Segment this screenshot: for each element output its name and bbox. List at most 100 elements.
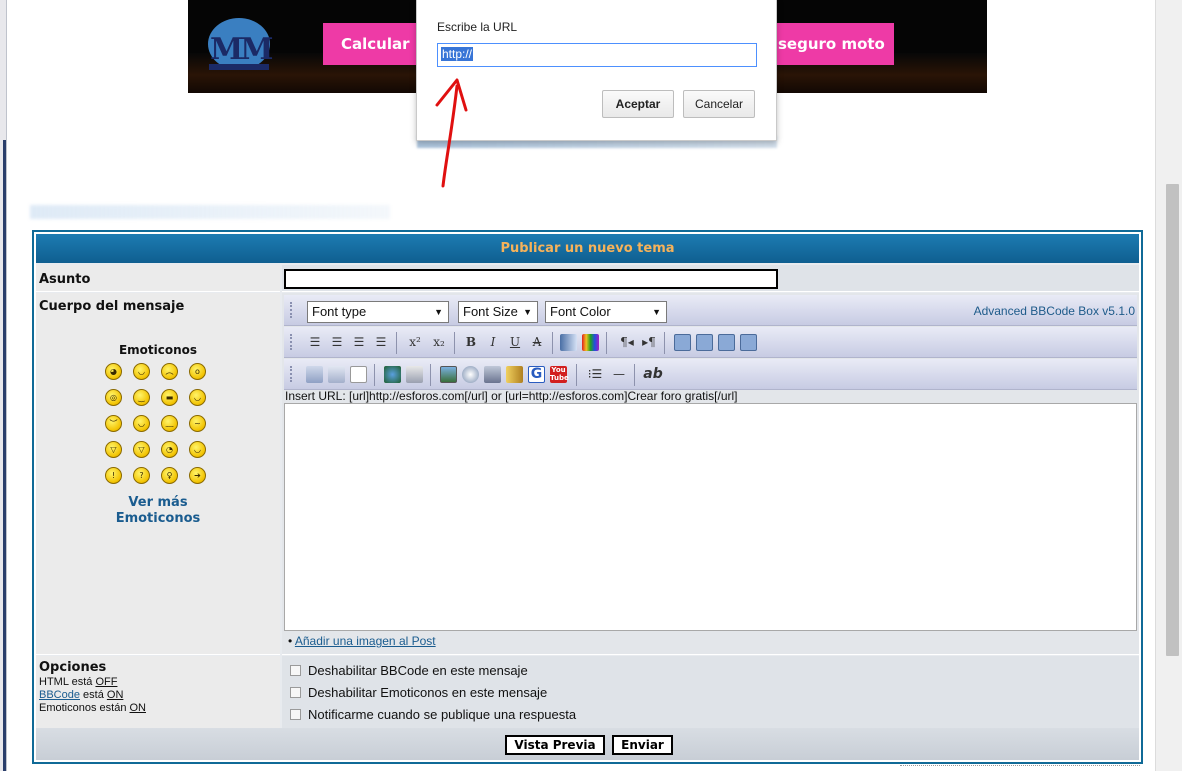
more-emoticons-line2: Emoticonos <box>115 511 201 526</box>
grin-icon[interactable]: ◕ <box>105 363 122 380</box>
submit-button[interactable]: Enviar <box>612 735 673 755</box>
font-color-select[interactable]: Font Color ▼ <box>545 301 667 323</box>
flash-icon[interactable] <box>462 366 479 383</box>
subject-label: Asunto <box>39 272 91 287</box>
message-textarea[interactable] <box>284 403 1137 631</box>
add-image-row: • Añadir una imagen al Post <box>288 634 436 648</box>
idea-icon[interactable]: ♀ <box>161 467 178 484</box>
image-icon[interactable] <box>440 366 457 383</box>
cancel-button[interactable]: Cancelar <box>683 90 755 118</box>
checkbox[interactable] <box>290 665 301 676</box>
html-status: HTML está OFF <box>39 676 117 689</box>
cool-icon[interactable]: ▬ <box>161 389 178 406</box>
subscript-icon[interactable]: x₂ <box>430 333 448 351</box>
evil-icon[interactable]: ▽ <box>105 441 122 458</box>
video-icon[interactable] <box>484 366 501 383</box>
font-color-value: Font Color <box>550 304 611 319</box>
checkbox[interactable] <box>290 687 301 698</box>
banner-cta-right[interactable]: seguro moto <box>776 23 894 65</box>
toolbar-grip[interactable] <box>290 302 293 318</box>
superscript-icon[interactable]: x² <box>406 333 424 351</box>
subject-input[interactable] <box>284 269 778 289</box>
text-format-icon[interactable]: ab <box>642 365 664 383</box>
body-label-cell: Cuerpo del mensaje Emoticonos ◕ ◡ ︵ o ◎ ‿ ▬ ◡ ︶ ◡… <box>36 293 280 655</box>
wink-icon[interactable]: ◡ <box>189 441 206 458</box>
emoticons-status-value: ON <box>129 702 147 714</box>
angry-icon[interactable]: ︶ <box>105 415 122 432</box>
font-type-select[interactable]: Font type ▼ <box>307 301 449 323</box>
marquee-down-icon[interactable] <box>674 334 691 351</box>
toolbar-grip[interactable] <box>290 334 293 350</box>
add-image-link[interactable]: Añadir una imagen al Post <box>295 634 436 648</box>
audio-icon[interactable] <box>506 366 523 383</box>
twisted-icon[interactable]: ▽ <box>133 441 150 458</box>
tongue-icon[interactable]: ◡ <box>133 415 150 432</box>
exclaim-icon[interactable]: ! <box>105 467 122 484</box>
neutral-icon[interactable]: ‿ <box>133 389 150 406</box>
option-notify[interactable]: Notificarme cuando se publique una respu… <box>290 707 576 722</box>
spoiler-icon[interactable] <box>350 366 367 383</box>
surprised-icon[interactable]: o <box>189 363 206 380</box>
toolbar-grip[interactable] <box>290 366 293 382</box>
accept-button[interactable]: Aceptar <box>602 90 674 118</box>
question-icon[interactable]: ? <box>133 467 150 484</box>
italic-icon[interactable]: I <box>484 333 502 351</box>
option-label: Deshabilitar BBCode en este mensaje <box>308 663 528 678</box>
checkbox[interactable] <box>290 709 301 720</box>
chevron-down-icon: ▼ <box>652 307 661 317</box>
bold-icon[interactable]: B <box>462 333 480 351</box>
subject-label-cell: Asunto <box>36 265 280 292</box>
font-size-select[interactable]: Font Size ▼ <box>458 301 538 323</box>
emoticons-status: Emoticonos están ON <box>39 702 146 715</box>
option-disable-emoticons[interactable]: Deshabilitar Emoticonos en este mensaje <box>290 685 547 700</box>
list-icon[interactable]: ⁝☰ <box>586 365 604 383</box>
youtube-icon[interactable]: You Tube <box>550 366 569 383</box>
code-icon[interactable] <box>306 366 323 383</box>
google-icon[interactable]: G <box>528 366 545 383</box>
more-emoticons-link[interactable]: Ver más Emoticonos <box>36 495 280 527</box>
preview-button[interactable]: Vista Previa <box>505 735 605 755</box>
toolbar-row-1: Font type ▼ Font Size ▼ Font Color ▼ Advanc… <box>284 295 1137 326</box>
more-emoticons-line1: Ver más <box>128 495 188 510</box>
align-left-icon[interactable]: ☰ <box>372 333 390 351</box>
align-center-icon[interactable]: ☰ <box>350 333 368 351</box>
toolbar-separator <box>576 364 577 386</box>
editor-cell: Font type ▼ Font Size ▼ Font Color ▼ Advanc… <box>282 293 1139 655</box>
laugh-icon[interactable]: ◡ <box>189 389 206 406</box>
rtl-icon[interactable]: ¶◂ <box>618 333 636 351</box>
align-right-icon[interactable]: ☰ <box>328 333 346 351</box>
chevron-down-icon: ▼ <box>434 307 443 317</box>
option-label: Notificarme cuando se publique una respu… <box>308 707 577 722</box>
arrow-icon[interactable]: ➔ <box>189 467 206 484</box>
toolbar-separator <box>430 364 431 386</box>
strikethrough-icon[interactable]: A <box>528 333 546 351</box>
email-icon[interactable] <box>406 366 423 383</box>
quote-icon[interactable] <box>328 366 345 383</box>
marquee-right-icon[interactable] <box>740 334 757 351</box>
align-justify-icon[interactable]: ☰ <box>306 333 324 351</box>
toolbar-row-3: G You Tube ⁝☰ — ab <box>284 359 1137 390</box>
underline-icon[interactable]: U <box>506 333 524 351</box>
scrollbar-thumb[interactable] <box>1166 184 1179 656</box>
link-globe-icon[interactable] <box>384 366 401 383</box>
rainbow-icon[interactable] <box>582 334 599 351</box>
dialog-prompt-text: Escribe la URL <box>437 20 518 34</box>
unsure-icon[interactable]: ~ <box>189 415 206 432</box>
option-disable-bbcode[interactable]: Deshabilitar BBCode en este mensaje <box>290 663 528 678</box>
smile-icon[interactable]: ◡ <box>133 363 150 380</box>
bbcode-link[interactable]: BBCode <box>39 689 80 701</box>
url-input[interactable]: http:// <box>437 43 757 67</box>
vertical-scrollbar[interactable] <box>1155 0 1182 771</box>
horizontal-rule-icon[interactable]: — <box>608 365 630 383</box>
gradient-icon[interactable] <box>560 334 577 351</box>
marquee-up-icon[interactable] <box>696 334 713 351</box>
marquee-left-icon[interactable] <box>718 334 735 351</box>
ltr-icon[interactable]: ▸¶ <box>640 333 658 351</box>
blush-icon[interactable]: ﹏ <box>161 415 178 432</box>
logo-band <box>209 64 269 70</box>
form-header: Publicar un nuevo tema <box>36 234 1139 263</box>
confused-icon[interactable]: ◎ <box>105 389 122 406</box>
rolleyes-icon[interactable]: ◔ <box>161 441 178 458</box>
sad-icon[interactable]: ︵ <box>161 363 178 380</box>
emoticons-title: Emoticonos <box>118 343 198 357</box>
